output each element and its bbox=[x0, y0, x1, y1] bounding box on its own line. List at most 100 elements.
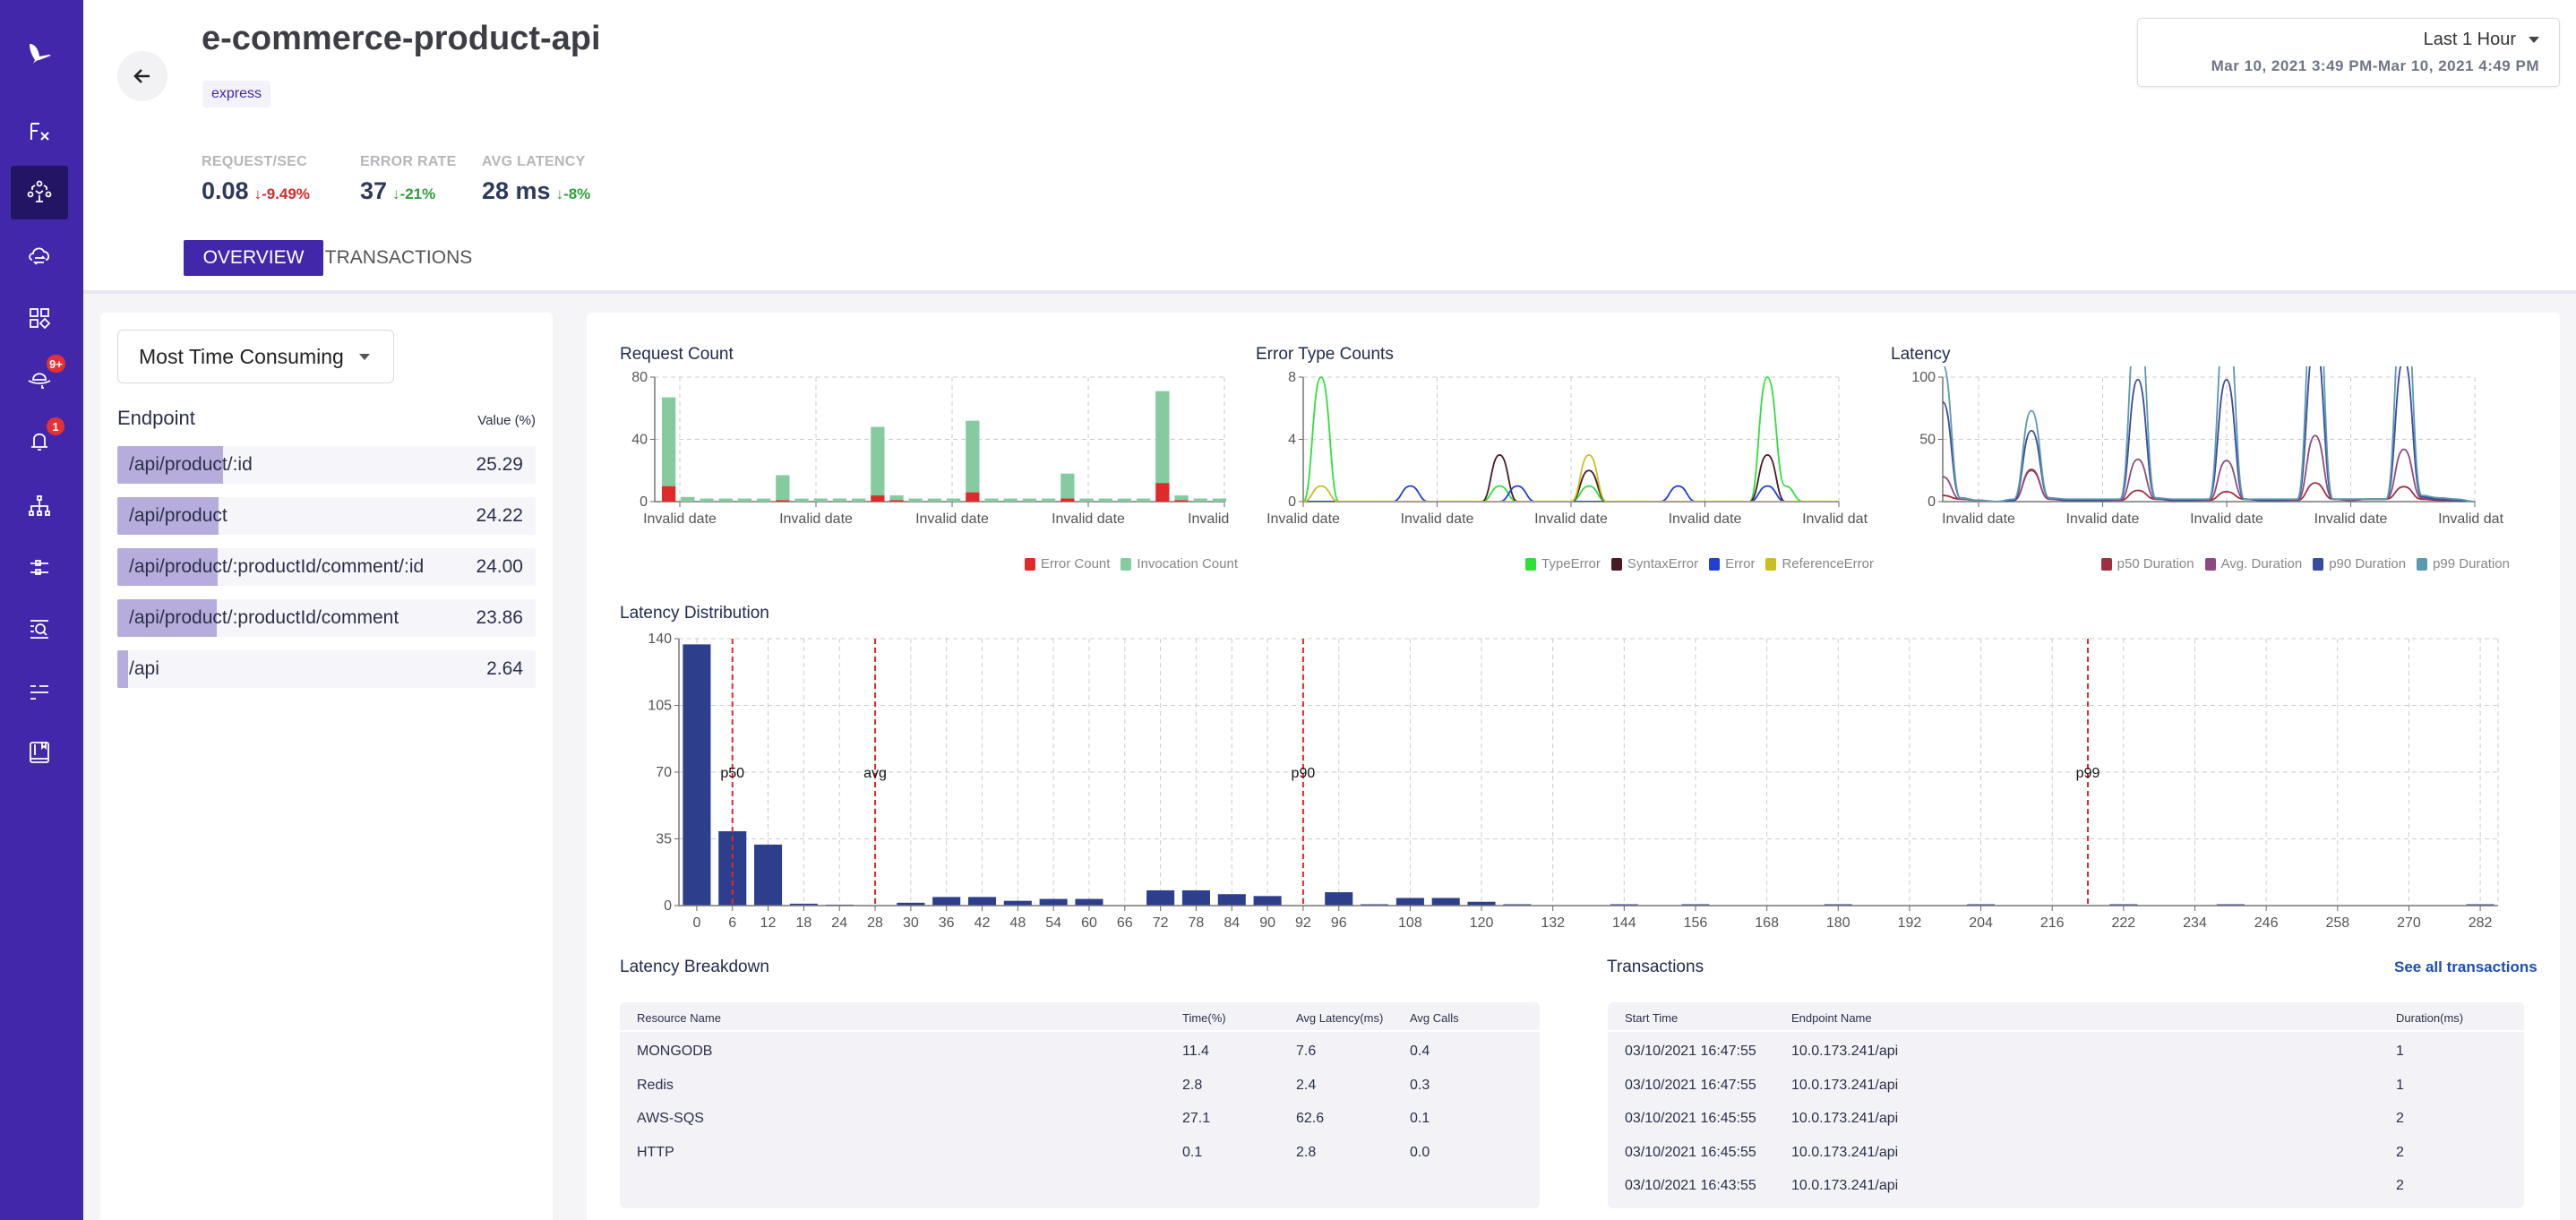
legend-item[interactable]: TypeError bbox=[1525, 556, 1601, 571]
sidebar-item-functions[interactable] bbox=[11, 105, 68, 159]
table-cell: 0.1 bbox=[1410, 1111, 1430, 1126]
x-tick-label: 108 bbox=[1398, 915, 1422, 931]
sidebar-item-docs[interactable] bbox=[11, 726, 68, 779]
x-tick-label: 36 bbox=[939, 915, 955, 931]
histogram-bar bbox=[1003, 900, 1032, 906]
table-cell[interactable]: 03/10/2021 16:43:55 bbox=[1625, 1178, 1756, 1194]
x-tick-label: Invalid date bbox=[2190, 511, 2263, 527]
legend-item[interactable]: Avg. Duration bbox=[2204, 556, 2303, 571]
sidebar-item-list[interactable] bbox=[11, 665, 68, 718]
sidebar-item-cloud[interactable] bbox=[11, 228, 68, 282]
table-cell[interactable]: 2 bbox=[2396, 1145, 2404, 1161]
legend-item[interactable]: Error Count bbox=[1024, 556, 1110, 571]
x-tick-label: Invalid date bbox=[2438, 511, 2503, 527]
bar-invocation-count bbox=[966, 420, 980, 493]
see-all-transactions-link[interactable]: See all transactions bbox=[2394, 958, 2537, 976]
latency-title: Latency bbox=[1891, 345, 1951, 364]
notifications-badge: 1 bbox=[47, 417, 64, 435]
legend-item[interactable]: Invocation Count bbox=[1121, 556, 1238, 571]
sidebar-item-notifications[interactable]: 1 bbox=[11, 414, 68, 468]
table-cell[interactable]: 03/10/2021 16:47:55 bbox=[1625, 1044, 1756, 1060]
tab-transactions[interactable]: TRANSACTIONS bbox=[325, 240, 473, 276]
table-cell[interactable]: 03/10/2021 16:45:55 bbox=[1625, 1145, 1756, 1161]
table-cell[interactable]: 10.0.173.241/api bbox=[1791, 1178, 1898, 1194]
legend-item[interactable]: ReferenceError bbox=[1765, 556, 1874, 571]
endpoint-row[interactable]: /api 2.64 bbox=[117, 650, 536, 688]
table-cell: 62.6 bbox=[1296, 1111, 1325, 1126]
endpoint-value: 23.86 bbox=[476, 607, 523, 628]
sidebar-item-dashboards[interactable] bbox=[11, 291, 68, 345]
back-button[interactable] bbox=[117, 51, 167, 101]
endpoint-row[interactable]: /api/product/:id 25.29 bbox=[117, 446, 536, 484]
legend-swatch bbox=[1024, 558, 1035, 571]
y-tick-label: 70 bbox=[656, 765, 672, 780]
error-type-counts-chart: 0 4 8 Invalid date Invalid date Invalid date I… bbox=[1267, 370, 1868, 527]
legend-item[interactable]: p50 Duration bbox=[2100, 556, 2194, 571]
value-column-header: Value (%) bbox=[477, 413, 536, 428]
search-list-icon bbox=[30, 620, 48, 639]
endpoint-row[interactable]: /api/product/:productId/comment/:id 24.00 bbox=[117, 548, 536, 586]
table-cell[interactable]: 10.0.173.241/api bbox=[1791, 1145, 1898, 1161]
table-cell: 2.8 bbox=[1296, 1144, 1317, 1160]
endpoint-row[interactable]: /api/product/:productId/comment 23.86 bbox=[117, 599, 536, 637]
sort-dropdown[interactable]: Most Time Consuming bbox=[117, 330, 394, 383]
latency-distribution-title: Latency Distribution bbox=[620, 604, 769, 623]
x-tick-label: 258 bbox=[2325, 915, 2349, 931]
bar-invocation-count bbox=[662, 397, 676, 486]
tab-overview[interactable]: OVERVIEW bbox=[184, 240, 323, 276]
bar-invocation-count bbox=[1155, 391, 1170, 484]
x-tick-label: 66 bbox=[1117, 915, 1133, 931]
sidebar-item-architecture[interactable] bbox=[11, 479, 68, 533]
sidebar-item-settings[interactable] bbox=[11, 541, 68, 595]
time-range-selector[interactable]: Last 1 Hour Mar 10, 2021 3:49 PM-Mar 10,… bbox=[2137, 18, 2560, 87]
legend-swatch bbox=[2204, 558, 2216, 571]
sidebar-item-logo[interactable] bbox=[11, 27, 68, 81]
table-cell[interactable]: 03/10/2021 16:47:55 bbox=[1625, 1078, 1756, 1094]
x-tick-label: 12 bbox=[760, 915, 777, 931]
endpoint-value: 24.00 bbox=[476, 556, 523, 577]
x-tick-label: 30 bbox=[903, 915, 919, 931]
x-tick-label: Invalid date bbox=[1669, 511, 1742, 527]
metric-change: ↓-9.49% bbox=[253, 185, 310, 202]
y-tick-label: 0 bbox=[640, 494, 648, 510]
legend-item[interactable]: SyntaxError bbox=[1610, 556, 1699, 571]
x-tick-label: 156 bbox=[1684, 915, 1708, 931]
sliders-icon bbox=[30, 560, 48, 575]
x-tick-label: Invalid date bbox=[643, 511, 717, 527]
endpoint-row[interactable]: /api/product 24.22 bbox=[117, 497, 536, 535]
table-cell[interactable]: 1 bbox=[2396, 1078, 2404, 1094]
table-cell[interactable]: 10.0.173.241/api bbox=[1791, 1111, 1898, 1127]
bar-invocation-count bbox=[681, 496, 695, 502]
table-cell[interactable]: 2 bbox=[2396, 1111, 2404, 1127]
table-cell[interactable]: 10.0.173.241/api bbox=[1791, 1044, 1898, 1060]
legend-item[interactable]: Error bbox=[1709, 556, 1755, 571]
sidebar-item-alerts[interactable]: 9+ bbox=[11, 351, 68, 405]
table-cell: 0.4 bbox=[1410, 1044, 1430, 1059]
table-cell[interactable]: 1 bbox=[2396, 1044, 2404, 1060]
legend-label: Error bbox=[1725, 556, 1756, 571]
x-tick-label: 180 bbox=[1826, 915, 1850, 931]
cube-network-icon bbox=[27, 180, 52, 202]
legend-item[interactable]: p99 Duration bbox=[2417, 556, 2510, 571]
bar-invocation-count bbox=[794, 498, 809, 502]
sidebar-item-applications[interactable] bbox=[11, 166, 68, 219]
hierarchy-icon bbox=[29, 495, 50, 516]
table-cell[interactable]: 2 bbox=[2396, 1178, 2404, 1194]
x-tick-label: Invalid date bbox=[1534, 511, 1608, 527]
sidebar-item-logs-search[interactable] bbox=[11, 602, 68, 656]
legend-label: Avg. Duration bbox=[2220, 556, 2303, 571]
histogram-bar bbox=[1039, 898, 1068, 906]
legend-label: TypeError bbox=[1541, 556, 1601, 571]
table-cell[interactable]: 03/10/2021 16:45:55 bbox=[1625, 1111, 1756, 1127]
legend-label: SyntaxError bbox=[1627, 556, 1699, 571]
endpoint-value: 2.64 bbox=[486, 658, 523, 679]
latency-distribution-chart: 0 35 70 105 140 0 6 12 18 24 28 30 36 42 48 54 60 66 72 78 8… bbox=[648, 631, 2499, 931]
bar-invocation-count bbox=[871, 426, 885, 496]
x-tick-label: Invalid date bbox=[1267, 511, 1340, 527]
table-cell: 0.0 bbox=[1410, 1144, 1430, 1160]
table-cell[interactable]: 10.0.173.241/api bbox=[1791, 1078, 1898, 1094]
legend-item[interactable]: p90 Duration bbox=[2313, 556, 2406, 571]
table-cell: 27.1 bbox=[1182, 1111, 1211, 1126]
histogram-bar bbox=[932, 897, 961, 906]
transactions-table: Start Time Endpoint Name Duration(ms) 03… bbox=[1608, 1002, 2524, 1208]
